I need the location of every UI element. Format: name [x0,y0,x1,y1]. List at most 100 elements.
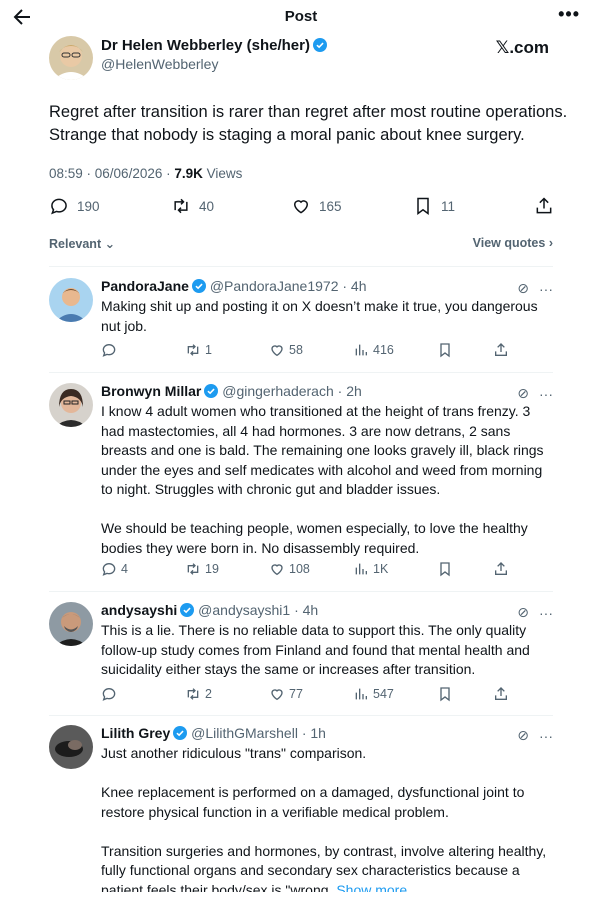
grok-icon[interactable]: ⊘ [517,727,529,744]
repost-count: 2 [205,687,212,701]
reply-item[interactable]: Bronwyn Millar @gingerhaderach · 2h ⊘ ···… [49,383,553,579]
reply-menu: ⊘ ··· [517,385,553,402]
reply-item[interactable]: PandoraJane @PandoraJane1972 · 4h ⊘ ··· M… [49,278,553,360]
bookmark-button[interactable]: 11 [413,196,455,216]
reply-button[interactable] [101,686,121,702]
bookmark-button[interactable] [437,686,453,702]
more-options-icon[interactable]: ··· [539,281,553,297]
author-name[interactable]: Dr Helen Webberley (she/her) [101,37,327,54]
views-button[interactable]: 416 [353,342,394,358]
analytics-icon [355,563,367,575]
reply-handle-time[interactable]: @gingerhaderach · 2h [222,383,362,399]
verified-badge-icon [180,603,195,617]
repost-button[interactable]: 2 [185,686,212,702]
share-button[interactable] [534,196,554,216]
heart-icon [271,345,283,357]
verified-badge-icon [204,384,219,398]
grok-icon[interactable]: ⊘ [517,385,529,402]
like-count: 108 [289,562,310,576]
reply-header: andysayshi @andysayshi1 · 4h [101,602,318,618]
views-label: Views [202,166,243,181]
bookmark-button[interactable] [437,342,453,358]
divider [49,266,553,267]
bookmark-icon [440,343,450,358]
grok-icon[interactable]: ⊘ [517,280,529,297]
reply-text: Making shit up and posting it on X doesn… [101,298,538,334]
divider [49,591,553,592]
like-button[interactable]: 165 [291,196,342,216]
reply-count: 190 [77,198,100,214]
reply-author-name[interactable]: PandoraJane [101,278,189,294]
reply-author-name[interactable]: Bronwyn Millar [101,383,201,399]
reply-button[interactable]: 190 [49,196,100,216]
share-button[interactable] [493,686,509,702]
avatar[interactable] [49,725,93,769]
verified-badge-icon [191,279,206,293]
bookmark-icon [417,197,429,215]
bookmark-icon [440,687,450,702]
reply-button[interactable]: 4 [101,561,128,577]
reply-actions: 4 19 108 1K [101,561,553,579]
bookmark-icon [440,562,450,577]
reply-icon [102,343,116,357]
repost-button[interactable]: 1 [185,342,212,358]
more-options-icon[interactable]: ••• [558,4,580,25]
more-options-icon[interactable]: ··· [539,728,553,744]
more-options-icon[interactable]: ··· [539,605,553,621]
share-button[interactable] [493,561,509,577]
reply-handle-time[interactable]: @andysayshi1 · 4h [198,602,318,618]
reply-header: Lilith Grey @LilithGMarshell · 1h [101,725,326,741]
chevron-down-icon: ⌄ [104,237,116,251]
repost-icon [174,198,188,214]
like-button[interactable]: 77 [269,686,303,702]
repost-button[interactable]: 19 [185,561,219,577]
reply-icon [102,562,116,576]
reply-item[interactable]: Lilith Grey @LilithGMarshell · 1h ⊘ ··· J… [49,725,553,892]
divider [49,715,553,716]
analytics-icon [355,344,367,356]
avatar[interactable] [49,36,93,80]
views-button[interactable]: 1K [353,561,388,577]
share-button[interactable] [493,342,509,358]
reply-button[interactable] [101,342,121,358]
reply-header: PandoraJane @PandoraJane1972 · 4h [101,278,367,294]
like-button[interactable]: 108 [269,561,310,577]
heart-icon [293,200,309,214]
grok-icon[interactable]: ⊘ [517,604,529,621]
reply-item[interactable]: andysayshi @andysayshi1 · 4h ⊘ ··· This i… [49,602,553,704]
sort-dropdown[interactable]: Relevant ⌄ [49,237,115,251]
repost-icon [187,563,199,575]
like-button[interactable]: 58 [269,342,303,358]
views-count: 416 [373,343,394,357]
reply-icon [102,687,116,701]
views-button[interactable]: 547 [353,686,394,702]
reply-menu: ⊘ ··· [517,604,553,621]
repost-count: 1 [205,343,212,357]
author-handle[interactable]: @HelenWebberley [101,56,218,72]
views-count: 547 [373,687,394,701]
like-count: 77 [289,687,303,701]
bookmark-button[interactable] [437,561,453,577]
reply-count: 4 [121,562,128,576]
reply-icon [51,198,67,215]
top-bar: Post ••• [0,0,602,34]
heart-icon [271,689,283,701]
repost-button[interactable]: 40 [171,196,214,216]
post-timestamp[interactable]: 08:59 · 06/06/2026 · [49,166,174,181]
verified-badge-icon [173,726,188,740]
avatar[interactable] [49,383,93,427]
reply-handle-time[interactable]: @LilithGMarshell · 1h [191,725,326,741]
reply-author-name[interactable]: Lilith Grey [101,725,170,741]
avatar[interactable] [49,278,93,322]
avatar[interactable] [49,602,93,646]
repost-icon [187,344,199,356]
show-more-link[interactable]: Show more [336,882,407,893]
views-count: 1K [373,562,389,576]
reply-author-name[interactable]: andysayshi [101,602,177,618]
reply-text: Just another ridiculous "trans" comparis… [101,744,553,892]
verified-badge-icon [312,38,327,52]
view-quotes-link[interactable]: View quotes › [473,236,553,250]
reply-header: Bronwyn Millar @gingerhaderach · 2h [101,383,362,399]
more-options-icon[interactable]: ··· [539,386,553,402]
reply-handle-time[interactable]: @PandoraJane1972 · 4h [210,278,367,294]
